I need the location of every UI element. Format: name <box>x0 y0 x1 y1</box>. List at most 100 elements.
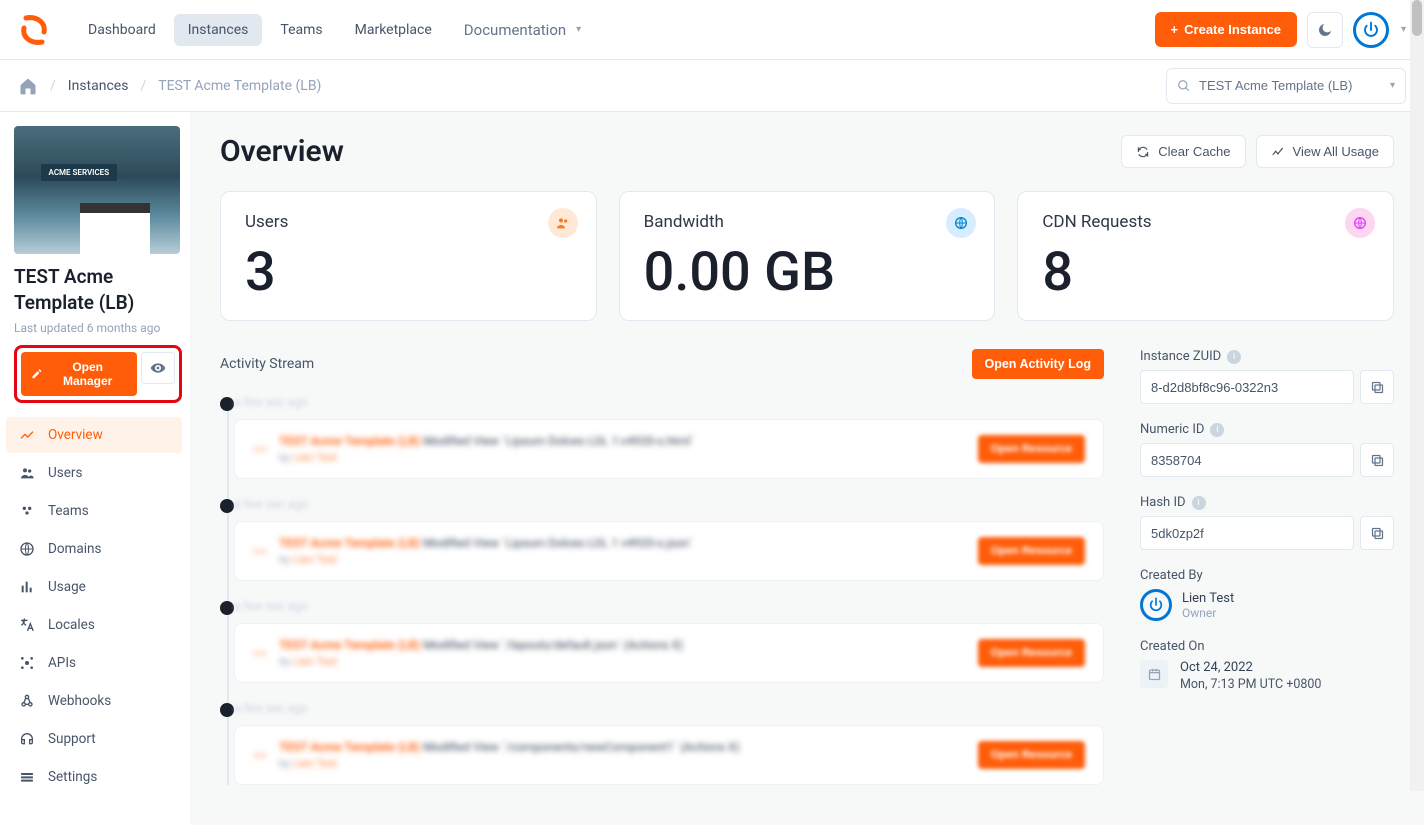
content-header: Overview Clear Cache View All Usage <box>220 134 1394 169</box>
hash-id-label: Hash IDi <box>1140 495 1394 510</box>
numeric-id-value[interactable] <box>1140 443 1354 477</box>
spark-icon <box>1271 145 1285 159</box>
sidenav-settings[interactable]: Settings <box>6 759 182 795</box>
creator-avatar <box>1140 589 1172 621</box>
activity-timeline: a few sec ago «» TEST Acme Template (LB)… <box>220 395 1104 785</box>
sidenav-domains[interactable]: Domains <box>6 531 182 567</box>
preview-button[interactable] <box>141 352 175 384</box>
activity-body: TEST Acme Template (LB) Modified View `L… <box>279 434 966 464</box>
nav-instances[interactable]: Instances <box>174 14 263 46</box>
hash-id-value[interactable] <box>1140 516 1354 550</box>
user-avatar-button[interactable] <box>1353 12 1389 48</box>
activity-title: TEST Acme Template (LB) Modified View `L… <box>279 536 966 550</box>
open-resource-button[interactable]: Open Resource <box>978 741 1085 769</box>
clear-cache-button[interactable]: Clear Cache <box>1121 135 1245 168</box>
main-layout: TEST Acme Template (LB) Last updated 6 m… <box>0 112 1424 825</box>
timeline-dot <box>220 397 234 411</box>
creator-role: Owner <box>1182 606 1234 620</box>
open-manager-highlight: Open Manager <box>14 345 182 403</box>
timeline-group: a few sec ago «» TEST Acme Template (LB)… <box>234 395 1104 479</box>
sidenav-usage[interactable]: Usage <box>6 569 182 605</box>
support-icon <box>18 730 36 748</box>
copy-icon <box>1370 526 1385 541</box>
webhook-icon <box>18 692 36 710</box>
activity-byline: by Lien Test <box>279 451 966 464</box>
instance-search[interactable]: ▾ <box>1166 68 1406 104</box>
copy-zuid-button[interactable] <box>1360 370 1394 404</box>
activity-card: «» TEST Acme Template (LB) Modified View… <box>234 623 1104 683</box>
translate-icon <box>18 616 36 634</box>
timeline-line <box>227 403 229 785</box>
breadcrumb-separator: / <box>140 78 146 94</box>
timeline-dot <box>220 703 234 717</box>
stat-cdn-requests: CDN Requests 8 <box>1017 191 1394 321</box>
info-icon[interactable]: i <box>1210 423 1224 437</box>
activity-index: «» <box>253 645 267 661</box>
globe-icon <box>1345 208 1375 238</box>
plus-icon: + <box>1171 22 1179 37</box>
zuid-value[interactable] <box>1140 370 1354 404</box>
open-resource-button[interactable]: Open Resource <box>978 537 1085 565</box>
moon-icon <box>1317 22 1333 38</box>
brand-logo[interactable] <box>18 14 50 46</box>
zuid-label: Instance ZUIDi <box>1140 349 1394 364</box>
stat-value: 0.00 GB <box>644 246 971 300</box>
activity-title: Activity Stream <box>220 356 314 372</box>
nav-marketplace[interactable]: Marketplace <box>341 14 446 46</box>
chevron-down-icon: ▾ <box>1390 80 1395 91</box>
instance-search-input[interactable] <box>1199 78 1382 93</box>
overview-icon <box>18 426 36 444</box>
chevron-down-icon: ▾ <box>1401 24 1406 35</box>
activity-byline: by Lien Test <box>279 553 966 566</box>
settings-icon <box>18 768 36 786</box>
numeric-id-label: Numeric IDi <box>1140 422 1394 437</box>
theme-toggle-button[interactable] <box>1307 12 1343 48</box>
created-date: Oct 24, 2022 <box>1180 660 1321 675</box>
power-icon <box>1148 597 1164 613</box>
copy-numeric-button[interactable] <box>1360 443 1394 477</box>
view-all-usage-button[interactable]: View All Usage <box>1256 135 1394 168</box>
breadcrumb-bar: / Instances / TEST Acme Template (LB) ▾ <box>0 60 1424 112</box>
sidenav-users[interactable]: Users <box>6 455 182 491</box>
chart-icon <box>18 578 36 596</box>
nav-teams[interactable]: Teams <box>266 14 336 46</box>
activity-body: TEST Acme Template (LB) Modified View `/… <box>279 740 966 770</box>
breadcrumb-instances[interactable]: Instances <box>68 78 129 94</box>
activity-index: «» <box>253 747 267 763</box>
stat-users: Users 3 <box>220 191 597 321</box>
sidenav-locales[interactable]: Locales <box>6 607 182 643</box>
page-title: Overview <box>220 134 344 169</box>
open-activity-log-button[interactable]: Open Activity Log <box>972 349 1105 379</box>
instance-sidebar: TEST Acme Template (LB) Last updated 6 m… <box>0 112 190 825</box>
info-icon[interactable]: i <box>1227 350 1241 364</box>
stat-label: CDN Requests <box>1042 212 1369 232</box>
copy-hash-button[interactable] <box>1360 516 1394 550</box>
info-icon[interactable]: i <box>1192 496 1206 510</box>
breadcrumb-current: TEST Acme Template (LB) <box>158 78 321 94</box>
body-columns: Activity Stream Open Activity Log a few … <box>220 349 1394 803</box>
side-nav: Overview Users Teams Domains Usage Local… <box>6 417 182 795</box>
sidenav-support[interactable]: Support <box>6 721 182 757</box>
activity-body: TEST Acme Template (LB) Modified View `L… <box>279 536 966 566</box>
nav-dashboard[interactable]: Dashboard <box>74 14 170 46</box>
globe-icon <box>18 540 36 558</box>
stat-label: Bandwidth <box>644 212 971 232</box>
created-on-row: Oct 24, 2022 Mon, 7:13 PM UTC +0800 <box>1140 660 1394 692</box>
open-resource-button[interactable]: Open Resource <box>978 435 1085 463</box>
scrollbar-thumb[interactable] <box>1412 0 1422 36</box>
search-icon <box>1177 79 1191 93</box>
create-instance-button[interactable]: + Create Instance <box>1155 12 1297 47</box>
open-manager-button[interactable]: Open Manager <box>21 352 137 396</box>
stat-label: Users <box>245 212 572 232</box>
scrollbar-track[interactable] <box>1410 0 1424 791</box>
home-icon[interactable] <box>18 76 38 96</box>
nav-documentation[interactable]: Documentation▾ <box>450 13 595 47</box>
sidenav-apis[interactable]: APIs <box>6 645 182 681</box>
timeline-group: a few sec ago «» TEST Acme Template (LB)… <box>234 497 1104 581</box>
sidenav-overview[interactable]: Overview <box>6 417 182 453</box>
sidenav-teams[interactable]: Teams <box>6 493 182 529</box>
open-resource-button[interactable]: Open Resource <box>978 639 1085 667</box>
eye-icon <box>150 360 166 376</box>
sidenav-webhooks[interactable]: Webhooks <box>6 683 182 719</box>
users-icon <box>548 208 578 238</box>
